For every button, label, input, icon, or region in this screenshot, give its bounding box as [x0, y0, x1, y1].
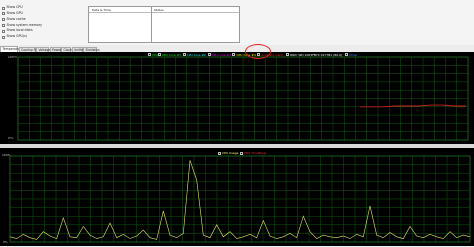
checkbox-label: Show GPU(s) — [6, 34, 28, 39]
checkbox-2[interactable] — [2, 18, 5, 22]
temperature-chart-canvas — [17, 56, 469, 141]
chart-grid — [9, 155, 471, 243]
legend-checkbox[interactable] — [148, 53, 151, 56]
legend-label: Other — [349, 52, 358, 57]
column-header-date-time[interactable]: Date & Time — [92, 8, 111, 12]
checkbox-label: Show CPU — [6, 5, 23, 10]
temp-legend-item[interactable]: CPU — [148, 53, 158, 57]
legend-checkbox[interactable] — [240, 151, 244, 155]
checkbox-label: Show system memory — [6, 22, 42, 27]
cpu-y-bottom-label: 0% — [3, 240, 8, 244]
legend-label: CPU Core #3 — [211, 52, 231, 57]
legend-checkbox[interactable] — [157, 53, 161, 56]
cpu-y-top-label: 100% — [2, 153, 11, 157]
cpu-legend-item[interactable]: CPU Throttling — [240, 151, 266, 155]
checkbox-label: Show GPU — [6, 11, 23, 15]
legend-checkbox[interactable] — [345, 53, 349, 56]
log-table: Date & Time — [88, 6, 152, 43]
legend-label: CPU Usage — [222, 151, 239, 155]
legend-checkbox[interactable] — [207, 53, 211, 56]
legend-checkbox[interactable] — [286, 53, 289, 56]
legend-label: CPU Throttling — [244, 151, 266, 155]
legend-label: WDC WD 1003FBYX 01Y7B1 (80.0) — [290, 52, 343, 57]
log-table-header: Date & Time — [89, 7, 151, 13]
cpu-usage-chart: CPU Usage CPU Throttling 100% 0% — [0, 148, 474, 246]
chart-grid — [17, 56, 469, 141]
temp-legend-item[interactable]: WDC WD 1003FBYX 01Y7B1 (80.0) — [286, 53, 342, 57]
legend-label: CPU Core #1 — [161, 52, 182, 57]
log-table-status-header: Status — [152, 7, 239, 13]
checkbox-label: Show cache — [6, 16, 26, 21]
checkbox-4[interactable] — [2, 29, 5, 33]
checkbox-label: Show local disks — [6, 28, 33, 33]
checkbox-5[interactable] — [2, 35, 5, 39]
legend-checkbox[interactable] — [182, 53, 186, 56]
checkbox-3[interactable] — [2, 23, 5, 27]
temp-legend-item[interactable]: CPU Core #3 — [207, 52, 231, 57]
legend-checkbox[interactable] — [218, 151, 221, 155]
legend-checkbox[interactable] — [232, 53, 236, 56]
checkbox-1[interactable] — [2, 12, 5, 16]
settings-panel: Show CPU Show GPU Show cache Show system me… — [0, 0, 474, 45]
column-header-status[interactable]: Status — [154, 8, 164, 12]
legend-label: CPU Core #2 — [186, 52, 206, 57]
red-annotation-circle — [245, 44, 271, 59]
cpu-usage-chart-canvas — [9, 155, 471, 243]
temp-legend-item[interactable]: CPU Core #2 — [182, 52, 206, 57]
cpu-legend-item[interactable]: CPU Usage — [218, 151, 238, 155]
temp-y-top-label: 100°C — [8, 54, 18, 59]
temp-y-bottom-label: 0°C — [8, 136, 14, 140]
graphics-card-temp-line — [360, 104, 466, 108]
temp-legend-item[interactable]: CPU Core #1 — [157, 52, 182, 57]
temp-legend-item[interactable]: Other — [345, 53, 358, 57]
log-table-status: Status — [152, 6, 240, 43]
temperature-chart: CPU CPU Core #1 CPU Core #2 CPU Core #3 CPU … — [0, 52, 474, 144]
checkbox-0[interactable] — [2, 6, 5, 10]
